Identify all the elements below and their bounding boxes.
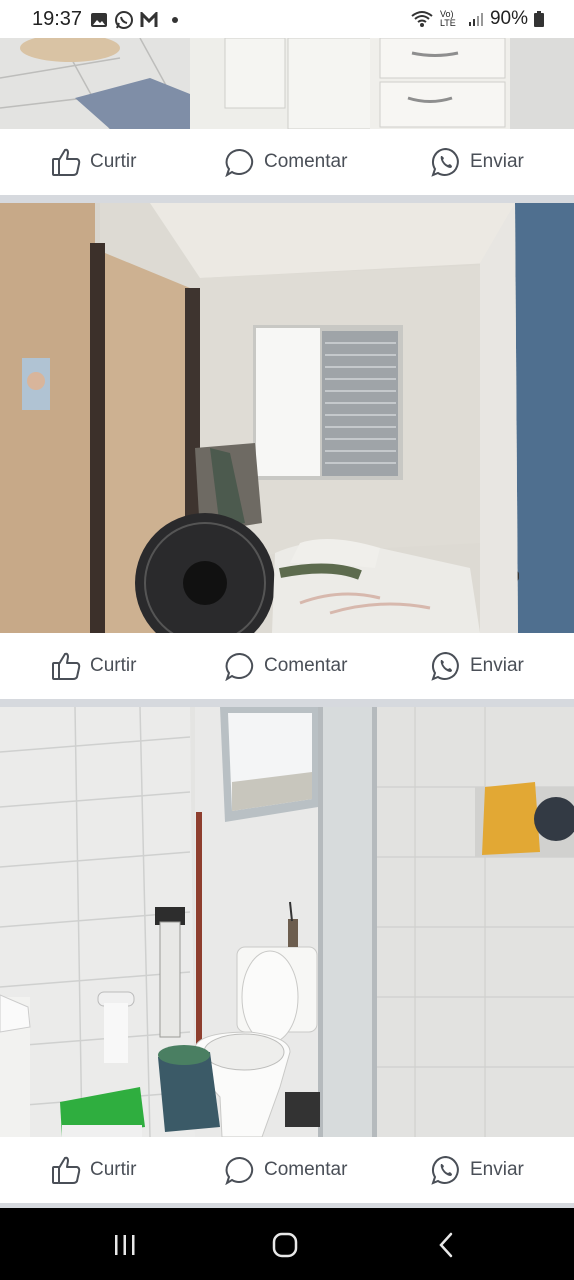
network-type-label: Vo) LTE [439, 9, 456, 28]
like-label: Curtir [90, 1159, 137, 1180]
comment-icon [225, 652, 254, 681]
whatsapp-icon [431, 147, 459, 177]
share-label: Enviar [470, 1159, 524, 1180]
comment-button[interactable]: Comentar [224, 1137, 347, 1203]
more-notifications-dot [172, 17, 178, 23]
battery-icon [534, 11, 544, 27]
comment-label: Comentar [264, 655, 348, 676]
post-separator [0, 699, 574, 707]
home-button[interactable] [265, 1230, 305, 1260]
back-button[interactable] [427, 1230, 467, 1260]
comment-icon [225, 148, 254, 177]
gmail-icon [140, 12, 158, 27]
status-time: 19:37 [32, 8, 83, 30]
back-icon [439, 1232, 453, 1258]
post-action-bar: Curtir Comentar Enviar [0, 129, 574, 195]
like-label: Curtir [90, 151, 137, 172]
wifi-icon [411, 11, 433, 27]
post-action-bar: Curtir Comentar Enviar [0, 1137, 574, 1203]
signal-icon [468, 13, 483, 26]
comment-button[interactable]: Comentar [224, 633, 347, 699]
post-action-bar: Curtir Comentar Enviar [0, 633, 574, 699]
comment-icon [225, 1156, 254, 1185]
comment-label: Comentar [264, 151, 348, 172]
post-separator [0, 195, 574, 203]
whatsapp-icon [431, 651, 459, 681]
recent-apps-icon [115, 1235, 135, 1255]
comment-button[interactable]: Comentar [224, 129, 347, 195]
post-photo-bedroom[interactable] [0, 203, 574, 633]
like-button[interactable]: Curtir [50, 633, 136, 699]
share-label: Enviar [470, 151, 524, 172]
home-icon [272, 1232, 298, 1258]
share-whatsapp-button[interactable]: Enviar [430, 633, 524, 699]
thumbs-up-icon [52, 652, 81, 680]
status-bar: 19:37 Vo) LTE 90% [0, 0, 574, 38]
thumbs-up-icon [52, 148, 81, 176]
whatsapp-icon [115, 11, 133, 29]
post-photo-bathroom[interactable] [0, 707, 574, 1137]
like-button[interactable]: Curtir [50, 129, 136, 195]
image-icon [91, 13, 107, 27]
share-whatsapp-button[interactable]: Enviar [430, 129, 524, 195]
post-photo-kitchen[interactable] [0, 38, 574, 129]
share-label: Enviar [470, 655, 524, 676]
share-whatsapp-button[interactable]: Enviar [430, 1137, 524, 1203]
system-navigation-bar [0, 1208, 574, 1280]
recent-apps-button[interactable] [105, 1230, 145, 1260]
like-button[interactable]: Curtir [50, 1137, 136, 1203]
battery-percent: 90% [489, 8, 528, 29]
comment-label: Comentar [264, 1159, 348, 1180]
thumbs-up-icon [52, 1156, 81, 1184]
like-label: Curtir [90, 655, 137, 676]
whatsapp-icon [431, 1155, 459, 1185]
